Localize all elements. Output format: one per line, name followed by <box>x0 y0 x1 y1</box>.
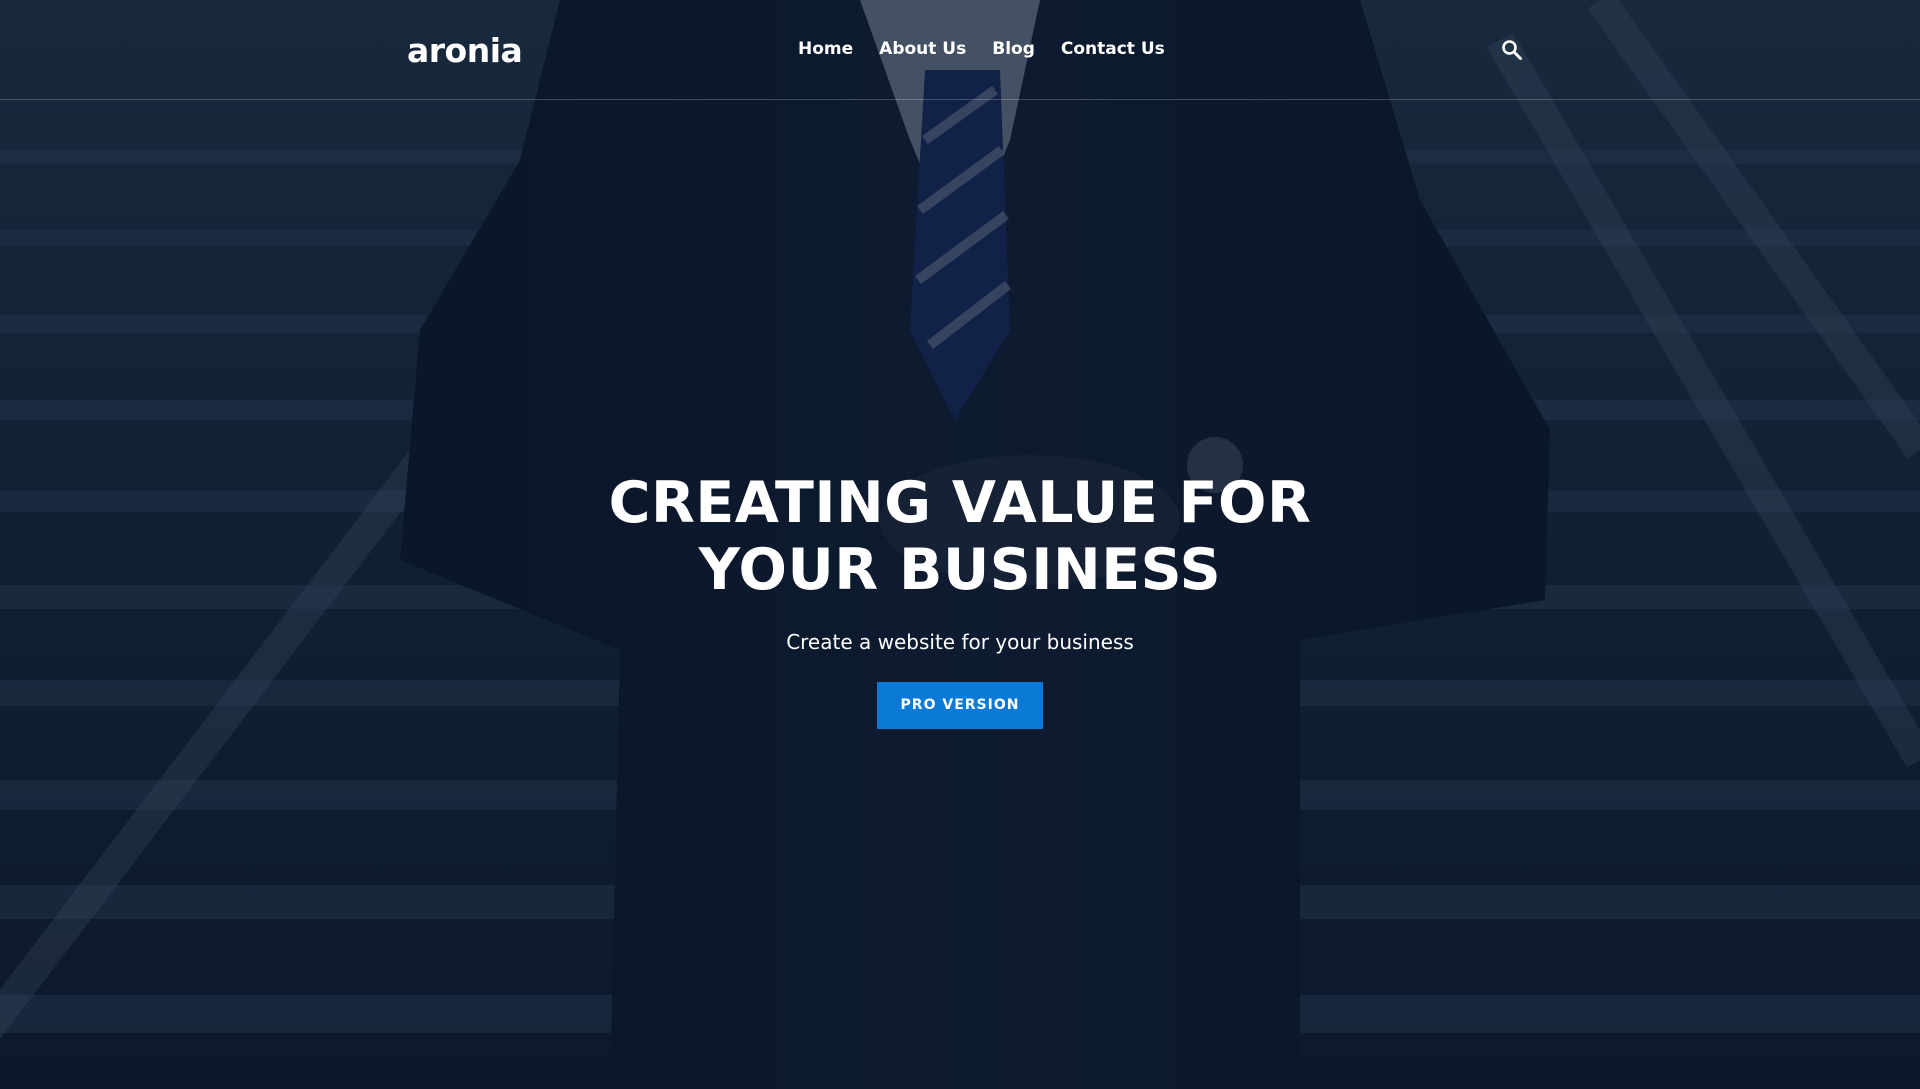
nav-item-blog[interactable]: Blog <box>992 36 1035 62</box>
hero-title-line-1: CREATING VALUE FOR <box>608 470 1312 536</box>
pro-version-button[interactable]: PRO VERSION <box>877 682 1043 729</box>
hero-subtitle: Create a website for your business <box>786 630 1134 654</box>
nav-item-about-us[interactable]: About Us <box>879 36 966 62</box>
site-header: aronia Home About Us Blog Contact Us <box>0 0 1920 100</box>
hero-title-line-2: YOUR BUSINESS <box>698 537 1222 603</box>
site-logo[interactable]: aronia <box>407 28 523 74</box>
hero-title: CREATING VALUE FOR YOUR BUSINESS <box>560 470 1360 604</box>
hero-section: CREATING VALUE FOR YOUR BUSINESS Create … <box>560 470 1360 729</box>
main-navigation: Home About Us Blog Contact Us <box>798 36 1165 62</box>
nav-item-home[interactable]: Home <box>798 36 853 62</box>
nav-item-contact-us[interactable]: Contact Us <box>1061 36 1165 62</box>
search-icon <box>1502 40 1522 60</box>
page: aronia Home About Us Blog Contact Us CRE… <box>0 0 1920 1089</box>
search-button[interactable] <box>1500 38 1524 62</box>
